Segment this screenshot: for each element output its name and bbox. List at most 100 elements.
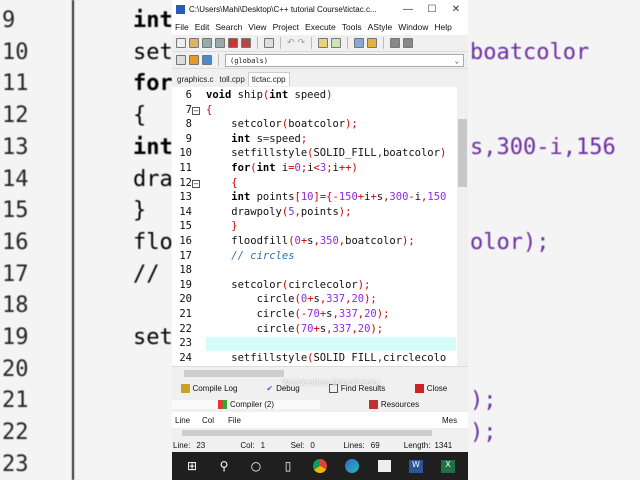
bottom-panel-tabs: Compile Log ✔ Debug Find Results Close Co…: [172, 378, 468, 412]
edge-icon[interactable]: [344, 458, 360, 474]
code-line[interactable]: setfillstyle(SOLID_FILL,boatcolor): [206, 147, 446, 159]
excel-icon[interactable]: X: [440, 458, 456, 474]
table-hscrollbar[interactable]: [172, 428, 468, 438]
code-line[interactable]: void ship(int speed): [206, 89, 332, 101]
tab-graphics-c[interactable]: graphics.c: [174, 73, 216, 86]
bg-code: int: [133, 8, 172, 33]
bg-code: s,300-i,156: [470, 134, 616, 160]
close-button[interactable]: ✕: [444, 4, 468, 15]
chrome-icon[interactable]: [312, 458, 328, 474]
tab-resources[interactable]: Resources: [320, 399, 468, 409]
menu-execute[interactable]: Execute: [302, 22, 339, 32]
col-col[interactable]: Col: [202, 416, 214, 425]
menu-edit[interactable]: Edit: [192, 22, 213, 32]
bg-line-number: 23: [2, 451, 29, 477]
scroll-thumb[interactable]: [458, 119, 467, 187]
find-icon[interactable]: [318, 38, 329, 48]
vertical-scrollbar[interactable]: [457, 87, 468, 366]
code-line[interactable]: setcolor(circlecolor);: [206, 279, 370, 291]
code-line[interactable]: floodfill(0+s,350,boatcolor);: [206, 235, 414, 247]
bookmark-prev-icon[interactable]: [390, 38, 401, 48]
line-number: 18: [179, 264, 192, 277]
store-icon[interactable]: [376, 458, 392, 474]
file-tabs: graphics.c toll.cpp tictac.cpp: [172, 69, 468, 86]
scope-combo[interactable]: (globals) ⌄: [225, 53, 464, 67]
code-line[interactable]: circle(70+s,337,20);: [206, 323, 384, 335]
redo-icon[interactable]: ↷: [298, 38, 306, 48]
menu-window[interactable]: Window: [395, 22, 431, 32]
new-file-icon[interactable]: [176, 38, 186, 48]
code-line[interactable]: }: [206, 220, 237, 232]
bg-line-number: 22: [2, 420, 29, 446]
cortana-icon[interactable]: ○: [248, 458, 264, 474]
bg-code: int: [133, 134, 172, 160]
menu-view[interactable]: View: [245, 22, 269, 32]
bg-code: setc: [133, 39, 172, 65]
minimize-button[interactable]: —: [396, 4, 420, 15]
code-line[interactable]: setcolor(boatcolor);: [206, 118, 357, 130]
unindent-icon[interactable]: [367, 38, 378, 48]
fold-toggle-icon[interactable]: −: [192, 106, 200, 115]
bg-line-number: 12: [2, 103, 29, 129]
col-line[interactable]: Line: [175, 416, 190, 425]
menu-astyle[interactable]: AStyle: [365, 22, 396, 32]
code-line[interactable]: {: [206, 104, 212, 116]
fold-toggle-icon[interactable]: −: [192, 179, 200, 188]
status-lines: 69: [370, 440, 380, 450]
windows-start-icon[interactable]: ⊞: [184, 458, 200, 474]
code-line[interactable]: {: [206, 177, 237, 189]
add-icon[interactable]: [189, 55, 199, 65]
undo-icon[interactable]: ↶: [287, 38, 295, 48]
bg-code: {: [133, 103, 147, 129]
close-all-icon[interactable]: [241, 38, 251, 48]
code-line[interactable]: for(int i=0;i<3;i++): [206, 162, 358, 174]
print-icon[interactable]: [264, 38, 274, 48]
tab-compile-log[interactable]: Compile Log: [172, 383, 246, 393]
code-line[interactable]: int points[10]={-150+i+s,300-i,150: [206, 191, 446, 203]
tab-tictac-cpp[interactable]: tictac.cpp: [247, 72, 290, 86]
replace-icon[interactable]: [331, 38, 342, 48]
tab-toll-cpp[interactable]: toll.cpp: [216, 73, 247, 86]
code-line[interactable]: int s=speed;: [206, 133, 307, 145]
save-all-icon[interactable]: [215, 38, 225, 48]
menu-file[interactable]: File: [172, 22, 192, 32]
tab-compiler[interactable]: Compiler (2): [172, 399, 320, 409]
indent-icon[interactable]: [354, 38, 365, 48]
bg-code: draw: [133, 166, 172, 192]
search-icon[interactable]: ⚲: [216, 458, 232, 474]
line-number: 19: [179, 278, 192, 291]
menu-project[interactable]: Project: [270, 22, 302, 32]
menu-search[interactable]: Search: [212, 22, 245, 32]
col-message[interactable]: Mes: [442, 416, 457, 425]
save-icon[interactable]: [202, 38, 212, 48]
open-icon[interactable]: [189, 38, 199, 48]
code-line[interactable]: circle(-70+s,337,20);: [206, 308, 390, 320]
code-line[interactable]: drawpoly(5,points);: [206, 206, 351, 218]
code-line[interactable]: // circles: [206, 250, 294, 262]
bookmark-icon[interactable]: [202, 55, 212, 65]
bg-line-number: 20: [2, 356, 29, 382]
menu-tools[interactable]: Tools: [339, 22, 365, 32]
code-editor[interactable]: 6 void ship(int speed) 7−{8 setcolor(boatc…: [172, 87, 468, 366]
code-line[interactable]: circle(0+s,337,20);: [206, 293, 377, 305]
status-lines-label: Lines:: [343, 440, 365, 450]
status-length-label: Length:: [403, 440, 431, 450]
word-icon[interactable]: W: [408, 458, 424, 474]
task-view-icon[interactable]: ▯: [280, 458, 296, 474]
line-number: 23: [179, 337, 192, 350]
menu-help[interactable]: Help: [431, 22, 454, 32]
status-sel-label: Sel:: [290, 440, 305, 450]
close-file-icon[interactable]: [228, 38, 238, 48]
code-line[interactable]: setfillstyle(SOLID FILL,circlecolo: [206, 352, 446, 364]
status-col: 1: [260, 440, 266, 450]
title-bar: C:\Users\Mahi\Desktop\C++ tutorial Cours…: [172, 0, 468, 18]
hscroll-thumb[interactable]: [184, 370, 284, 377]
class-browser-icon[interactable]: [176, 55, 186, 65]
watermark: Wondershare DemoCreator: [282, 378, 381, 387]
line-number: 11: [179, 162, 192, 174]
line-number: 9: [185, 132, 192, 145]
col-file[interactable]: File: [228, 416, 241, 425]
close-panel-button[interactable]: Close: [394, 383, 468, 393]
maximize-button[interactable]: ☐: [420, 4, 444, 15]
bookmark-next-icon[interactable]: [403, 38, 414, 48]
